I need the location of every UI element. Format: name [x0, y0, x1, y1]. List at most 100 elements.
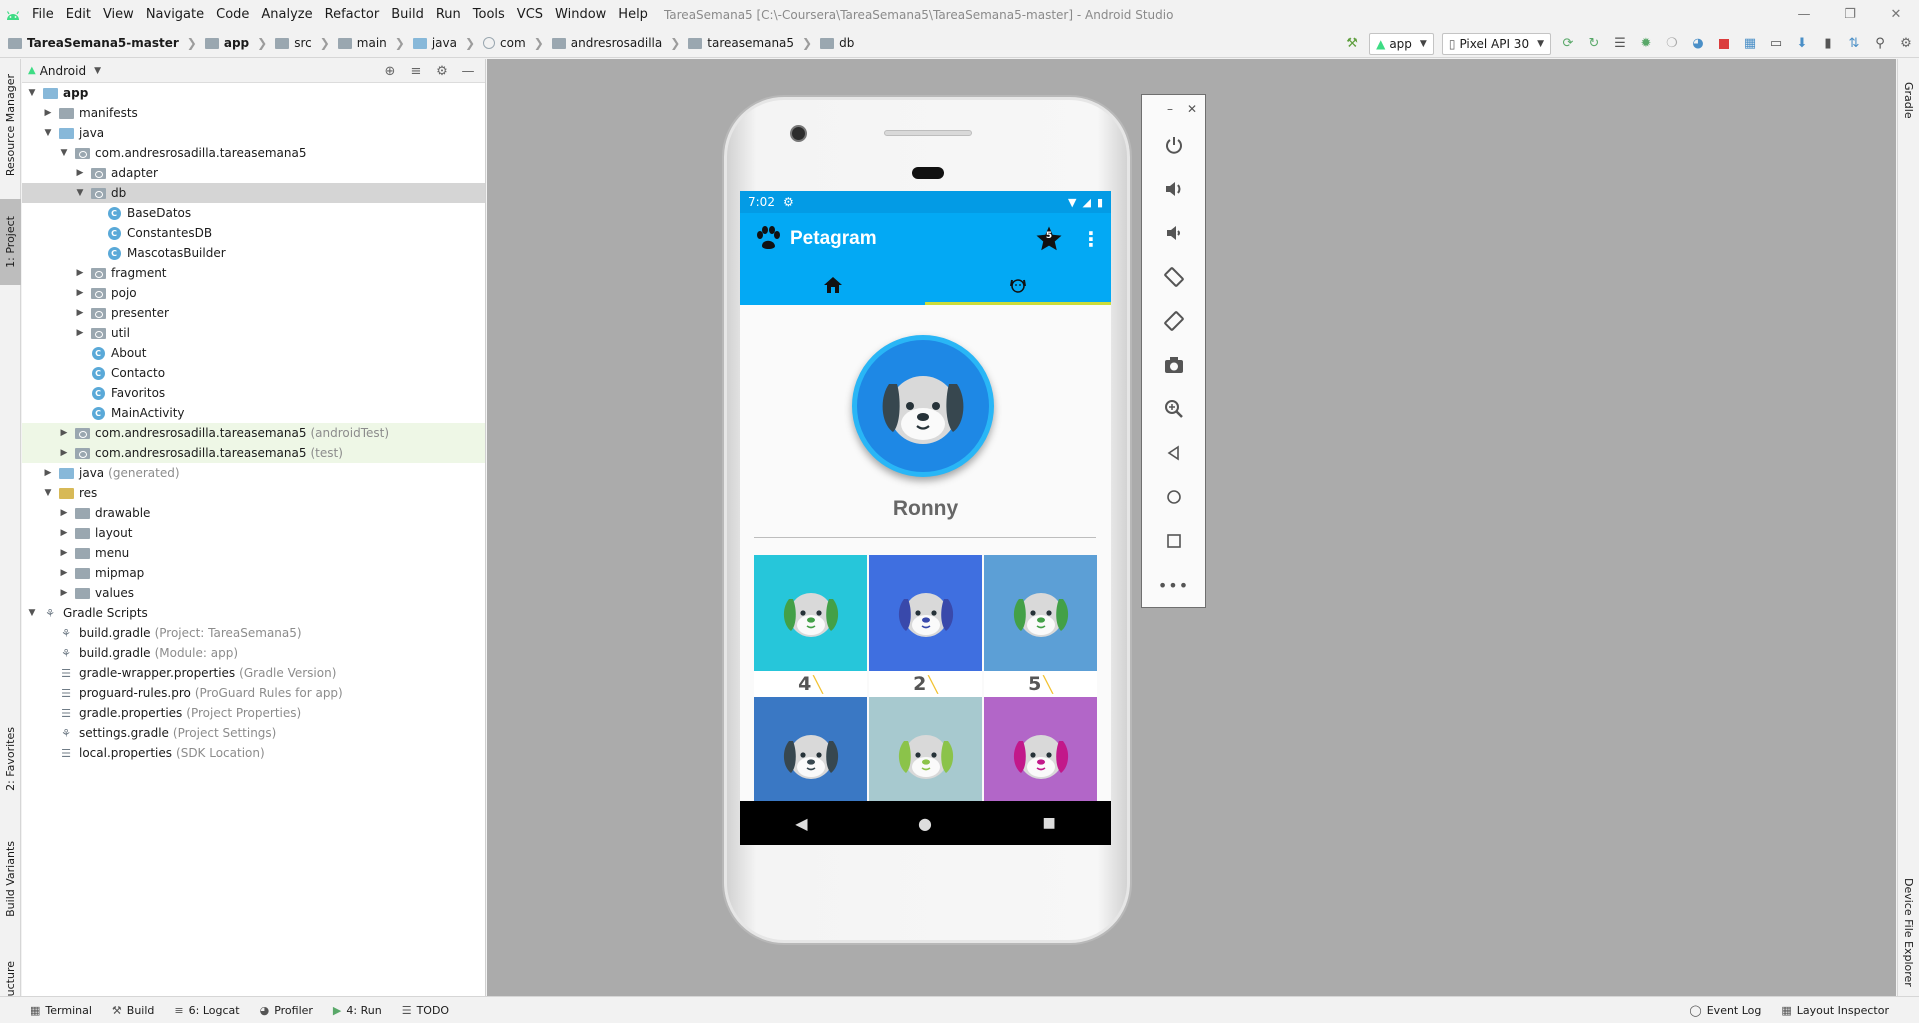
recents-button[interactable]: ■: [1042, 815, 1055, 831]
tab-favorites[interactable]: 2: Favorites: [0, 699, 21, 819]
tool-profiler[interactable]: ◕ Profiler: [260, 1004, 313, 1017]
profile-icon[interactable]: ❍: [1661, 33, 1683, 55]
breadcrumb-main[interactable]: main ❯: [330, 36, 405, 50]
project-structure-icon[interactable]: ▦: [1739, 33, 1761, 55]
tree-row[interactable]: ⚘ settings.gradle (Project Settings): [22, 723, 485, 743]
tree-row[interactable]: C ConstantesDB: [22, 223, 485, 243]
close-icon[interactable]: ✕: [1873, 0, 1919, 29]
tree-row[interactable]: ▼ db: [22, 183, 485, 203]
tree-row[interactable]: C Contacto: [22, 363, 485, 383]
overview-button[interactable]: [1142, 519, 1205, 563]
menu-analyze[interactable]: Analyze: [255, 0, 318, 29]
hide-panel-icon[interactable]: —: [455, 64, 481, 79]
make-project-hammer-icon[interactable]: ⚒: [1341, 33, 1363, 55]
expand-arrow-closed-icon[interactable]: ▶: [42, 108, 54, 118]
home-button[interactable]: ●: [918, 814, 932, 833]
expand-arrow-closed-icon[interactable]: ▶: [58, 528, 70, 538]
close-icon[interactable]: ✕: [1187, 102, 1197, 116]
menu-view[interactable]: View: [97, 0, 140, 29]
tab-device-file-explorer[interactable]: Device File Explorer: [1898, 867, 1919, 997]
tree-row[interactable]: ▶ menu: [22, 543, 485, 563]
tab-gradle[interactable]: Gradle: [1898, 65, 1919, 135]
expand-arrow-closed-icon[interactable]: ▶: [58, 568, 70, 578]
tab-home[interactable]: [740, 265, 926, 305]
menu-edit[interactable]: Edit: [60, 0, 97, 29]
menu-file[interactable]: File: [26, 0, 60, 29]
tree-row[interactable]: ▶ mipmap: [22, 563, 485, 583]
tree-row[interactable]: ☰ gradle-wrapper.properties (Gradle Versio…: [22, 663, 485, 683]
expand-arrow-closed-icon[interactable]: ▶: [74, 268, 86, 278]
menu-window[interactable]: Window: [549, 0, 612, 29]
home-button[interactable]: [1142, 475, 1205, 519]
menu-vcs[interactable]: VCS: [511, 0, 549, 29]
minimize-icon[interactable]: —: [1781, 0, 1827, 29]
tab-pet-profile[interactable]: [926, 265, 1112, 305]
gear-icon[interactable]: ⚙: [429, 64, 455, 79]
stop-icon[interactable]: [1713, 33, 1735, 55]
avd-manager-icon[interactable]: ▭: [1765, 33, 1787, 55]
tool-build[interactable]: ⚒ Build: [112, 1004, 155, 1017]
menu-navigate[interactable]: Navigate: [140, 0, 210, 29]
favorites-star-button[interactable]: 5: [1027, 217, 1071, 261]
expand-arrow-closed-icon[interactable]: ▶: [58, 548, 70, 558]
tree-row[interactable]: ▶ fragment: [22, 263, 485, 283]
sdk-manager-icon[interactable]: ⬇: [1791, 33, 1813, 55]
gradle-sync-icon[interactable]: ⇅: [1843, 33, 1865, 55]
tree-row[interactable]: ▶ com.andresrosadilla.tareasemana5 (androi…: [22, 423, 485, 443]
menu-tools[interactable]: Tools: [467, 0, 511, 29]
breadcrumb-src[interactable]: src ❯: [267, 36, 330, 50]
tab-resource-manager[interactable]: Resource Manager: [0, 65, 21, 185]
pet-grid-cell[interactable]: 2 ╲: [869, 555, 982, 697]
expand-arrow-open-icon[interactable]: ▼: [42, 128, 54, 138]
expand-arrow-closed-icon[interactable]: ▶: [58, 588, 70, 598]
tree-row[interactable]: ▼ app: [22, 83, 485, 103]
pet-grid-cell[interactable]: 4 ╲: [754, 555, 867, 697]
tree-row[interactable]: C Favoritos: [22, 383, 485, 403]
debug-bug-icon[interactable]: ✹: [1635, 33, 1657, 55]
tree-row[interactable]: ▼ ⚘ Gradle Scripts: [22, 603, 485, 623]
tree-row[interactable]: ▶ manifests: [22, 103, 485, 123]
expand-arrow-closed-icon[interactable]: ▶: [74, 168, 86, 178]
tree-row[interactable]: ☰ proguard-rules.pro (ProGuard Rules for a…: [22, 683, 485, 703]
expand-arrow-closed-icon[interactable]: ▶: [74, 308, 86, 318]
breadcrumb-andresrosadilla[interactable]: andresrosadilla ❯: [544, 36, 680, 50]
rotate-left-button[interactable]: [1142, 255, 1205, 299]
run-config-select[interactable]: ▲ app ▼: [1369, 32, 1434, 55]
apply-changes-restart-icon[interactable]: ⟳: [1557, 33, 1579, 55]
expand-arrow-closed-icon[interactable]: ▶: [58, 428, 70, 438]
expand-arrow-open-icon[interactable]: ▼: [74, 188, 86, 198]
overflow-menu-icon[interactable]: ⋮: [1071, 229, 1111, 249]
tree-row[interactable]: ▼ com.andresrosadilla.tareasemana5: [22, 143, 485, 163]
tree-row[interactable]: C BaseDatos: [22, 203, 485, 223]
expand-arrow-closed-icon[interactable]: ▶: [58, 508, 70, 518]
more-button[interactable]: •••: [1142, 563, 1205, 607]
locate-target-icon[interactable]: ⊕: [377, 64, 403, 79]
back-button[interactable]: ◀: [795, 814, 807, 833]
pet-grid-cell[interactable]: 5 ╲: [984, 555, 1097, 697]
screenshot-button[interactable]: [1142, 343, 1205, 387]
attach-debugger-icon[interactable]: ◕: [1687, 33, 1709, 55]
expand-arrow-closed-icon[interactable]: ▶: [58, 448, 70, 458]
settings-icon[interactable]: ⚙: [1895, 33, 1917, 55]
tree-row[interactable]: ☰ local.properties (SDK Location): [22, 743, 485, 763]
tree-row[interactable]: ▶ com.andresrosadilla.tareasemana5 (test): [22, 443, 485, 463]
project-view-select[interactable]: Android: [40, 64, 86, 78]
menu-run[interactable]: Run: [430, 0, 467, 29]
tab-build-variants[interactable]: Build Variants: [0, 829, 21, 929]
breadcrumb-app[interactable]: app ❯: [197, 36, 267, 50]
restore-icon[interactable]: ❐: [1827, 0, 1873, 29]
device-manager-icon[interactable]: ▮: [1817, 33, 1839, 55]
breadcrumb-java[interactable]: java ❯: [405, 36, 475, 50]
breadcrumb-tareasemana5[interactable]: tareasemana5 ❯: [680, 36, 812, 50]
breadcrumb-db[interactable]: db: [812, 36, 854, 50]
tree-row[interactable]: ▶ presenter: [22, 303, 485, 323]
tree-row[interactable]: ▼ res: [22, 483, 485, 503]
tree-row[interactable]: ⚘ build.gradle (Module: app): [22, 643, 485, 663]
tool-run[interactable]: ▶ 4: Run: [333, 1004, 382, 1017]
back-button[interactable]: [1142, 431, 1205, 475]
volume-up-button[interactable]: [1142, 167, 1205, 211]
tab-project[interactable]: 1: Project: [0, 199, 21, 285]
search-icon[interactable]: ⚲: [1869, 33, 1891, 55]
menu-build[interactable]: Build: [385, 0, 430, 29]
tool-layout-inspector[interactable]: ▦ Layout Inspector: [1781, 1004, 1889, 1017]
